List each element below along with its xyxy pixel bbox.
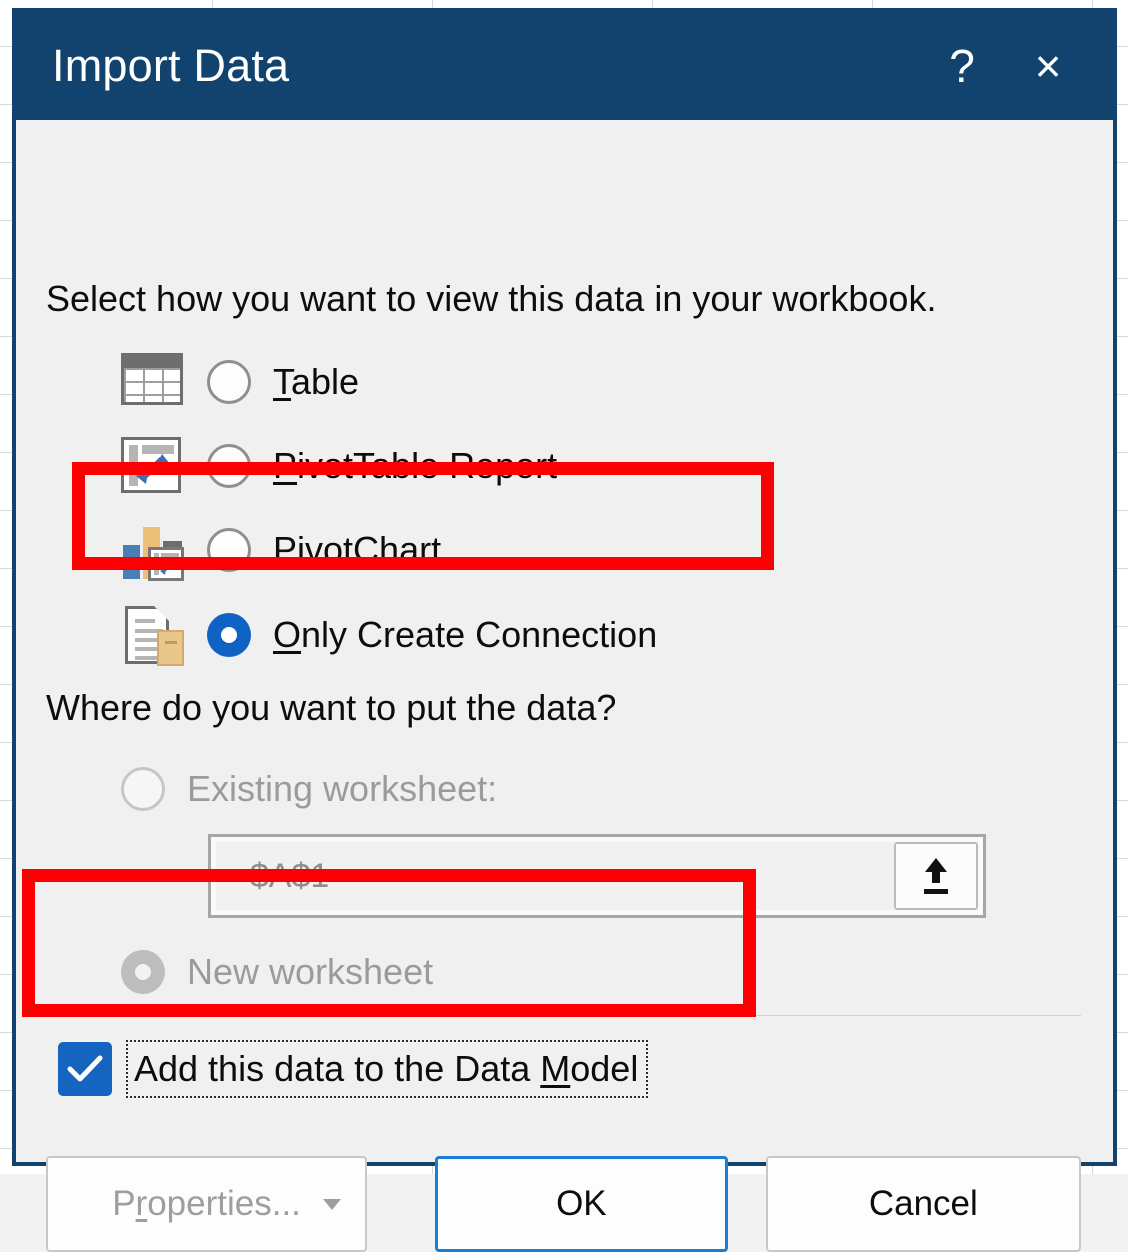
option-row-new-worksheet[interactable]: New worksheet [121, 940, 433, 1004]
option-label-pivottable-report: PivotTable Report [273, 445, 557, 487]
dialog-title-bar: Import Data ? × [16, 12, 1113, 120]
checkbox-add-to-data-model[interactable] [58, 1042, 112, 1096]
collapse-dialog-icon[interactable] [894, 842, 978, 910]
properties-button[interactable]: Properties... [46, 1156, 367, 1252]
option-label-only-create-connection: Only Create Connection [273, 614, 657, 656]
radio-existing-worksheet[interactable] [121, 767, 165, 811]
dialog-body: Select how you want to view this data in… [16, 120, 1113, 1162]
dialog-title: Import Data [52, 40, 919, 92]
destination-prompt-label: Where do you want to put the data? [46, 687, 616, 729]
label-add-to-data-model: Add this data to the Data Model [126, 1040, 648, 1098]
option-label-existing-worksheet: Existing worksheet: [187, 768, 497, 810]
table-icon [121, 353, 193, 411]
cancel-button[interactable]: Cancel [766, 1156, 1081, 1252]
option-row-pivottable-report[interactable]: PivotTable Report [121, 434, 557, 498]
dialog-button-row: Properties... OK Cancel [46, 1156, 1081, 1252]
option-row-pivotchart[interactable]: PivotChart [121, 518, 441, 582]
radio-only-create-connection[interactable] [207, 613, 251, 657]
option-row-table[interactable]: Table [121, 350, 359, 414]
worksheet-reference-input[interactable] [216, 842, 894, 910]
close-icon[interactable]: × [1005, 43, 1091, 89]
chevron-down-icon[interactable] [323, 1199, 341, 1210]
option-row-existing-worksheet[interactable]: Existing worksheet: [121, 757, 497, 821]
connection-doc-icon [121, 606, 193, 664]
import-data-dialog: Import Data ? × Select how you want to v… [12, 8, 1117, 1166]
radio-new-worksheet[interactable] [121, 950, 165, 994]
pivottable-icon [121, 437, 193, 495]
option-label-pivotchart: PivotChart [273, 529, 441, 571]
pivotchart-icon [121, 521, 193, 579]
option-label-table: Table [273, 361, 359, 403]
radio-pivottable-report[interactable] [207, 444, 251, 488]
view-prompt-label: Select how you want to view this data in… [46, 278, 936, 320]
radio-table[interactable] [207, 360, 251, 404]
worksheet-reference-field[interactable] [208, 834, 986, 918]
option-label-new-worksheet: New worksheet [187, 951, 433, 993]
data-model-checkbox-row[interactable]: Add this data to the Data Model [58, 1040, 648, 1098]
ok-button[interactable]: OK [435, 1156, 728, 1252]
properties-button-label: Properties... [112, 1184, 301, 1224]
option-row-only-create-connection[interactable]: Only Create Connection [121, 603, 657, 667]
section-divider [46, 1015, 1081, 1016]
help-icon[interactable]: ? [919, 43, 1005, 89]
radio-pivotchart[interactable] [207, 528, 251, 572]
